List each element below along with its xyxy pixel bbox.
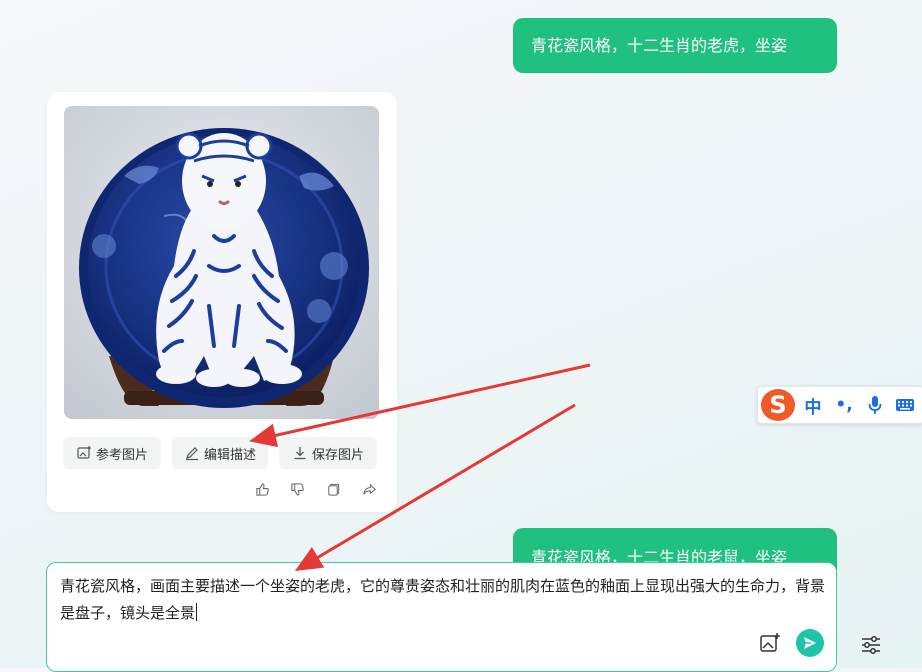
- thumbs-down-button[interactable]: [288, 480, 306, 498]
- thumbs-down-icon: [290, 482, 304, 496]
- ime-toolbar[interactable]: S 中 •,: [757, 386, 922, 424]
- ime-keyboard-button[interactable]: [893, 393, 917, 417]
- reference-image-label: 参考图片: [95, 447, 148, 463]
- pencil-icon: [185, 447, 198, 461]
- sogou-logo-icon[interactable]: S: [761, 389, 795, 421]
- keyboard-icon: [896, 399, 914, 411]
- sliders-icon: [862, 636, 880, 654]
- upload-image-button[interactable]: [759, 632, 781, 654]
- user-message-bubble: 青花瓷风格，十二生肖的老虎，坐姿: [513, 18, 837, 73]
- share-button[interactable]: [360, 480, 378, 498]
- save-image-label: 保存图片: [311, 447, 364, 463]
- ime-voice-button[interactable]: [864, 393, 886, 417]
- thumbs-up-icon: [255, 482, 269, 496]
- send-icon: [804, 637, 816, 649]
- image-add-icon: [760, 633, 780, 652]
- download-icon: [294, 447, 306, 460]
- reference-image-button[interactable]: 参考图片: [63, 437, 161, 469]
- settings-button[interactable]: [860, 634, 882, 656]
- text-caret: [196, 603, 198, 621]
- save-image-button[interactable]: 保存图片: [279, 437, 377, 469]
- edit-description-button[interactable]: 编辑描述: [172, 437, 268, 469]
- edit-description-label: 编辑描述: [203, 447, 256, 463]
- send-button[interactable]: [796, 629, 824, 657]
- blue-white-porcelain-tiger-image: [64, 106, 379, 419]
- generated-image[interactable]: [64, 106, 379, 419]
- copy-button[interactable]: [324, 480, 342, 498]
- user-message-text: 青花瓷风格，十二生肖的老虎，坐姿: [531, 36, 788, 55]
- microphone-icon: [868, 396, 882, 414]
- image-add-icon: [77, 446, 91, 459]
- copy-icon: [327, 483, 339, 496]
- thumbs-up-button[interactable]: [253, 480, 271, 498]
- prompt-input-box[interactable]: 青花瓷风格，画面主要描述一个坐姿的老虎，它的尊贵姿态和壮丽的肌肉在蓝色的釉面上显…: [46, 562, 837, 672]
- ime-punctuation-toggle[interactable]: •,: [833, 393, 855, 417]
- share-icon: [362, 483, 376, 494]
- prompt-text: 青花瓷风格，画面主要描述一个坐姿的老虎，它的尊贵姿态和壮丽的肌肉在蓝色的釉面上显…: [60, 577, 826, 622]
- image-result-card: 参考图片 编辑描述 保存图片: [47, 92, 397, 512]
- prompt-input-text[interactable]: 青花瓷风格，画面主要描述一个坐姿的老虎，它的尊贵姿态和壮丽的肌肉在蓝色的釉面上显…: [60, 573, 825, 627]
- ime-mode-toggle[interactable]: 中: [801, 393, 825, 418]
